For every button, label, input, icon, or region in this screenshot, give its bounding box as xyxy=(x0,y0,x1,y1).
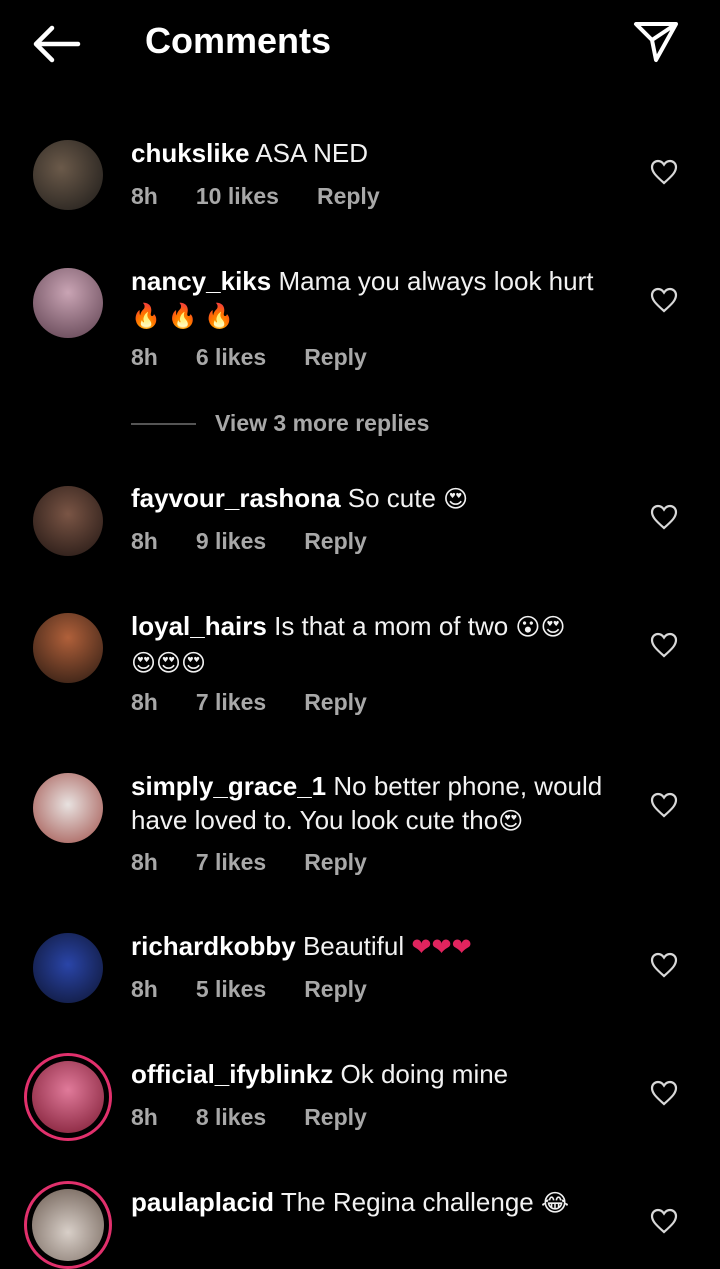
comment-likes[interactable]: 7 likes xyxy=(196,849,266,876)
share-button[interactable] xyxy=(630,18,682,66)
avatar[interactable] xyxy=(33,933,103,1003)
header: Comments xyxy=(0,0,720,90)
reply-button[interactable]: Reply xyxy=(304,976,367,1003)
comment-text: So cute xyxy=(347,483,436,513)
avatar[interactable] xyxy=(24,1181,112,1269)
comment-likes[interactable]: 6 likes xyxy=(196,344,266,371)
comment-time: 8h xyxy=(131,1104,158,1130)
comment-text: Mama you always look hurt xyxy=(278,266,594,296)
fire-emoji: 🔥 🔥 🔥 xyxy=(131,303,234,330)
comment-meta: 8h 7 likes Reply xyxy=(131,689,405,716)
comment-meta: 8h 8 likes Reply xyxy=(131,1104,405,1131)
heart-icon[interactable] xyxy=(650,1080,678,1106)
comment-text: Is that a mom of two xyxy=(274,611,509,641)
comment-likes[interactable]: 7 likes xyxy=(196,689,266,716)
comment-username[interactable]: simply_grace_1 xyxy=(131,771,326,801)
page-title: Comments xyxy=(145,20,332,61)
red-heart-emoji: ❤❤❤ xyxy=(411,934,472,961)
paper-plane-icon xyxy=(634,22,678,62)
comment-text: Beautiful xyxy=(302,931,405,961)
comment-likes[interactable]: 9 likes xyxy=(196,528,266,555)
comment-username[interactable]: chukslike xyxy=(131,138,250,168)
heart-icon[interactable] xyxy=(650,287,678,313)
arrow-left-icon xyxy=(33,25,81,63)
comment-likes[interactable]: 5 likes xyxy=(196,976,266,1003)
heart-eyes-emoji: 😍 xyxy=(443,486,469,513)
comment-username[interactable]: richardkobby xyxy=(131,931,296,961)
comment-time: 8h xyxy=(131,344,158,370)
avatar[interactable] xyxy=(33,773,103,843)
heart-icon[interactable] xyxy=(650,632,678,658)
comment-time: 8h xyxy=(131,976,158,1002)
comment-likes[interactable]: 8 likes xyxy=(196,1104,266,1131)
comment-time: 8h xyxy=(131,183,158,209)
comment-time: 8h xyxy=(131,689,158,715)
comment-username[interactable]: paulaplacid xyxy=(131,1187,274,1217)
reply-button[interactable]: Reply xyxy=(304,689,367,716)
comment-username[interactable]: nancy_kiks xyxy=(131,266,271,296)
avatar-image xyxy=(32,1061,104,1133)
heart-icon[interactable] xyxy=(650,1208,678,1234)
surprised-emoji: 😮😍 xyxy=(515,614,566,641)
heart-icon[interactable] xyxy=(650,792,678,818)
comment-meta: 8h 9 likes Reply xyxy=(131,528,405,555)
heart-eyes-emoji: 😍 xyxy=(498,808,524,835)
avatar[interactable] xyxy=(33,268,103,338)
heart-icon[interactable] xyxy=(650,952,678,978)
reply-button[interactable]: Reply xyxy=(304,344,367,371)
avatar-image xyxy=(32,1189,104,1261)
heart-eyes-emoji: 😍😍😍 xyxy=(131,650,207,677)
heart-icon[interactable] xyxy=(650,159,678,185)
comment-text: The Regina challenge xyxy=(280,1187,534,1217)
avatar[interactable] xyxy=(33,613,103,683)
comment-text: Ok doing mine xyxy=(340,1059,509,1089)
heart-icon[interactable] xyxy=(650,504,678,530)
avatar[interactable] xyxy=(24,1053,112,1141)
avatar[interactable] xyxy=(33,140,103,210)
comment-meta: 8h 7 likes Reply xyxy=(131,849,405,876)
avatar[interactable] xyxy=(33,486,103,556)
view-more-replies-label[interactable]: View 3 more replies xyxy=(215,410,429,437)
reply-button[interactable]: Reply xyxy=(304,528,367,555)
comment-time: 8h xyxy=(131,849,158,875)
comment-meta: 8h 5 likes Reply xyxy=(131,976,405,1003)
comment-username[interactable]: official_ifyblinkz xyxy=(131,1059,333,1089)
comment-username[interactable]: loyal_hairs xyxy=(131,611,267,641)
reply-button[interactable]: Reply xyxy=(304,1104,367,1131)
comment-time: 8h xyxy=(131,528,158,554)
comment-likes[interactable]: 10 likes xyxy=(196,183,279,210)
comment-meta: 8h 6 likes Reply xyxy=(131,344,405,371)
back-button[interactable] xyxy=(30,22,82,66)
divider xyxy=(131,423,196,425)
comment-username[interactable]: fayvour_rashona xyxy=(131,483,341,513)
comment-meta: 8h 10 likes Reply xyxy=(131,183,418,210)
reply-button[interactable]: Reply xyxy=(304,849,367,876)
reply-button[interactable]: Reply xyxy=(317,183,380,210)
tears-of-joy-emoji: 😂 xyxy=(541,1190,570,1217)
comment-text: ASA NED xyxy=(255,138,369,168)
